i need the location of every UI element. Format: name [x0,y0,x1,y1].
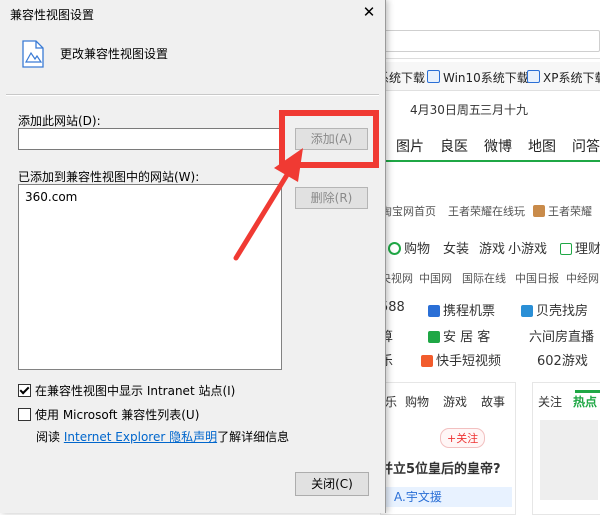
site-link[interactable]: 贝壳找房 [521,300,588,319]
site-link[interactable]: 王者荣耀 [533,203,592,219]
site-list[interactable]: 360.com [18,184,282,370]
image-placeholder [540,420,598,500]
news-tab[interactable]: 购物 [405,393,429,410]
news-tab[interactable]: 热点 [573,393,597,410]
privacy-info: 阅读 Internet Explorer 隐私声明了解详细信息 [36,430,290,444]
address-input[interactable] [384,30,600,52]
close-button[interactable]: 关闭(C) [295,472,369,496]
intranet-checkbox[interactable] [18,384,31,397]
home-icon [428,331,440,343]
compat-page-icon [22,40,44,68]
author-tag[interactable]: A.宇文援 [380,487,512,507]
dialog-title: 兼容性视图设置 [10,8,95,22]
nav-link[interactable]: 图片 [396,136,424,156]
browser-titlebar [372,0,600,24]
ie-icon [427,70,440,83]
intranet-checkbox-row[interactable]: 在兼容性视图中显示 Intranet 站点(I) [18,382,235,399]
site-link[interactable]: 安 居 客 [428,326,490,345]
site-link[interactable]: 淘宝网首页 [381,203,436,219]
site-link[interactable]: 中经网 [566,270,599,286]
game-icon [533,205,545,217]
nav-link[interactable]: 问答 [572,136,600,156]
plane-icon [428,305,440,317]
favorite-link[interactable]: XP系统下载 [527,69,600,86]
divider [6,94,379,96]
house-icon [521,305,533,317]
browser-address-bar [372,24,600,59]
category-link[interactable]: 购物 [388,238,430,257]
kuaishou-icon [421,355,433,367]
category-link[interactable]: 女装 [443,238,469,257]
add-site-label: 添加此网站(D): [18,114,101,128]
site-link[interactable]: 携程机票 [428,300,495,319]
mslist-checkbox-row[interactable]: 使用 Microsoft 兼容性列表(U) [18,406,199,423]
site-link[interactable]: 国际在线 [462,270,506,286]
list-item[interactable]: 360.com [25,190,77,204]
ie-icon [527,70,540,83]
site-link[interactable]: 王者荣耀在线玩 [448,203,525,219]
site-link[interactable]: 六间房直播 [529,326,594,345]
favorite-link[interactable]: Win10系统下载 [427,69,529,86]
news-headline[interactable]: 并立5位皇后的皇帝? [380,458,501,477]
compat-view-dialog: 兼容性视图设置 ✕ 更改兼容性视图设置 添加此网站(D): 添加(A) 已添加到… [0,0,386,513]
mslist-checkbox[interactable] [18,408,31,421]
shopping-icon [388,242,401,255]
news-tab[interactable]: 游戏 [443,393,467,410]
highlight-box [279,110,379,168]
nav-link[interactable]: 良医 [440,136,468,156]
site-link[interactable]: 快手短视频 [421,350,501,369]
nav-link[interactable]: 微博 [484,136,512,156]
site-link[interactable]: 中国网 [419,270,452,286]
category-link[interactable]: 理财 [560,238,600,257]
favorites-bar: 系统下载 Win10系统下载 XP系统下载 [372,62,600,91]
finance-icon [560,243,572,255]
nav-underline [372,160,600,162]
nav-link[interactable]: 地图 [528,136,556,156]
remove-button[interactable]: 删除(R) [295,187,368,209]
site-link[interactable]: 中国日报 [515,270,559,286]
category-link[interactable]: 小游戏 [508,238,547,257]
category-link[interactable]: 游戏 [479,238,505,257]
news-tab[interactable]: 故事 [481,393,505,410]
privacy-link[interactable]: Internet Explorer 隐私声明 [64,430,217,444]
site-link[interactable]: 602游戏 [537,350,588,369]
dialog-heading: 更改兼容性视图设置 [60,47,169,61]
tab-underline [575,390,600,393]
close-icon[interactable]: ✕ [354,0,384,24]
add-site-input[interactable] [18,128,282,150]
news-tab[interactable]: 乐 [385,393,397,410]
site-list-label: 已添加到兼容性视图中的网站(W): [18,170,200,184]
news-tab[interactable]: 关注 [538,393,562,410]
follow-button[interactable]: +关注 [440,428,486,448]
